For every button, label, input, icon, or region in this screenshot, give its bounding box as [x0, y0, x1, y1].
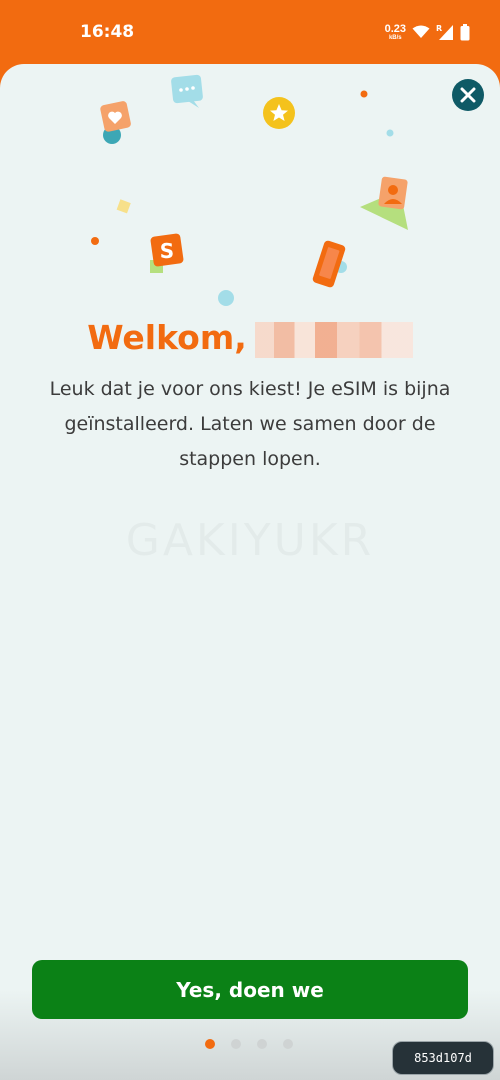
- network-speed: 0.23 kB/s: [384, 22, 406, 41]
- pagination-dot: [257, 1039, 267, 1049]
- hash-badge: 853d107d: [392, 1041, 494, 1075]
- status-time: 16:48: [80, 22, 135, 42]
- battery-icon: [460, 23, 470, 40]
- pagination-dot: [231, 1039, 241, 1049]
- status-icons: 0.23 kB/s R: [385, 20, 470, 44]
- network-speed-value: 0.23: [384, 22, 406, 35]
- watermark: GAKIYUKR: [0, 515, 500, 566]
- confirm-button[interactable]: Yes, doen we: [32, 960, 468, 1019]
- close-button[interactable]: [452, 79, 484, 111]
- welcome-illustration: S: [91, 74, 408, 306]
- chat-bubble-icon: [171, 74, 203, 108]
- decor-square: [116, 199, 131, 214]
- pagination-dot-active: [205, 1039, 215, 1049]
- svg-text:S: S: [160, 239, 174, 263]
- status-bar: 16:48 0.23 kB/s R: [0, 0, 500, 64]
- decor-dot: [360, 90, 368, 98]
- decor-dot: [386, 129, 394, 137]
- welcome-greeting: Welkom,: [87, 318, 247, 357]
- decor-dot: [91, 237, 99, 245]
- wifi-icon: [412, 25, 430, 38]
- person-card-icon: [360, 176, 408, 230]
- roaming-indicator: R: [436, 24, 442, 33]
- heart-icon: [100, 101, 131, 144]
- phone-icon: [312, 240, 347, 288]
- star-icon: [263, 97, 295, 129]
- close-icon: [460, 87, 476, 103]
- welcome-title: Welkom,: [0, 318, 500, 368]
- decor-dot: [218, 290, 234, 306]
- signal-icon: R: [436, 24, 453, 40]
- s-logo-icon: S: [150, 233, 184, 273]
- intro-text: Leuk dat je voor ons kiest! Je eSIM is b…: [49, 378, 451, 470]
- pagination-dots: [205, 1039, 293, 1049]
- user-name-redacted: [254, 321, 413, 358]
- network-speed-unit: kB/s: [388, 34, 402, 41]
- pagination-dot: [283, 1039, 293, 1049]
